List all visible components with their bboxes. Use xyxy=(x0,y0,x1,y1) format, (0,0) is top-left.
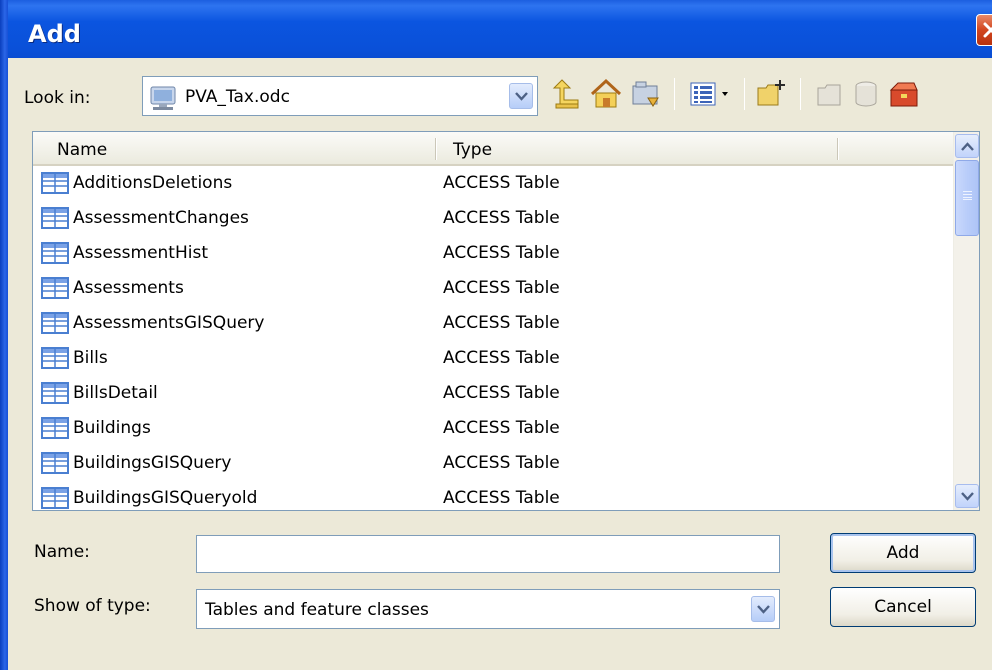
table-icon xyxy=(41,172,69,194)
row-type: ACCESS Table xyxy=(443,208,560,228)
table-row[interactable]: AdditionsDeletions ACCESS Table xyxy=(33,166,953,201)
window-title: Add xyxy=(28,20,81,48)
row-type: ACCESS Table xyxy=(443,173,560,193)
column-type-header[interactable]: Type xyxy=(453,140,492,160)
toolbar-separator xyxy=(744,78,745,110)
row-name: BuildingsGISQuery xyxy=(73,453,232,473)
scroll-thumb[interactable] xyxy=(955,160,979,236)
table-icon xyxy=(41,347,69,369)
look-in-label: Look in: xyxy=(24,88,91,108)
column-divider[interactable] xyxy=(837,138,839,160)
scroll-down-button[interactable] xyxy=(955,484,979,508)
new-folder-icon[interactable] xyxy=(756,78,788,110)
column-divider[interactable] xyxy=(435,138,437,160)
name-label: Name: xyxy=(34,542,90,562)
row-type: ACCESS Table xyxy=(443,383,560,403)
new-table-icon[interactable] xyxy=(850,78,882,110)
toolbar-separator xyxy=(800,78,801,110)
look-in-value: PVA_Tax.odc xyxy=(185,87,290,107)
view-menu-icon[interactable] xyxy=(688,78,732,110)
row-name: Assessments xyxy=(73,278,184,298)
vertical-scrollbar[interactable] xyxy=(953,132,979,510)
row-type: ACCESS Table xyxy=(443,453,560,473)
column-header: Name Type xyxy=(33,132,953,166)
table-row[interactable]: BuildingsGISQuery ACCESS Table xyxy=(33,446,953,481)
row-name: BillsDetail xyxy=(73,383,158,403)
show-of-type-value: Tables and feature classes xyxy=(205,600,429,620)
table-row[interactable]: Buildings ACCESS Table xyxy=(33,411,953,446)
row-type: ACCESS Table xyxy=(443,348,560,368)
row-name: AssessmentHist xyxy=(73,243,209,263)
table-row[interactable]: AssessmentsGISQuery ACCESS Table xyxy=(33,306,953,341)
table-row[interactable]: Assessments ACCESS Table xyxy=(33,271,953,306)
close-icon xyxy=(983,22,992,38)
row-name: AssessmentsGISQuery xyxy=(73,313,265,333)
row-name: AdditionsDeletions xyxy=(73,173,233,193)
table-row[interactable]: AssessmentChanges ACCESS Table xyxy=(33,201,953,236)
scroll-up-button[interactable] xyxy=(955,134,979,158)
table-icon xyxy=(41,242,69,264)
row-name: AssessmentChanges xyxy=(73,208,249,228)
table-icon xyxy=(41,382,69,404)
row-name: Bills xyxy=(73,348,108,368)
table-row[interactable]: BillsDetail ACCESS Table xyxy=(33,376,953,411)
row-type: ACCESS Table xyxy=(443,488,560,508)
connect-folder-icon[interactable] xyxy=(630,78,662,110)
show-of-type-dropdown-button[interactable] xyxy=(751,596,775,622)
look-in-dropdown-button[interactable] xyxy=(509,83,533,109)
toolbox-icon[interactable] xyxy=(888,78,920,110)
file-list[interactable]: Name Type AdditionsDeletions ACCESS Table… xyxy=(32,131,980,511)
row-type: ACCESS Table xyxy=(443,418,560,438)
table-icon xyxy=(41,487,69,509)
show-of-type-label: Show of type: xyxy=(34,596,151,616)
cancel-button[interactable]: Cancel xyxy=(830,587,976,627)
column-name-header[interactable]: Name xyxy=(57,140,107,160)
row-name: BuildingsGISQueryold xyxy=(73,488,258,508)
chevron-up-icon xyxy=(961,142,974,151)
chevron-down-icon xyxy=(961,492,974,501)
dialog-body: Look in: PVA_Tax.odc Name Type Additions… xyxy=(8,58,992,670)
table-icon xyxy=(41,277,69,299)
table-icon xyxy=(41,417,69,439)
table-row[interactable]: BuildingsGISQueryold ACCESS Table xyxy=(33,481,953,510)
database-connection-icon xyxy=(150,86,176,110)
add-button[interactable]: Add xyxy=(830,533,976,573)
chevron-down-icon xyxy=(757,605,770,614)
show-of-type-dropdown[interactable]: Tables and feature classes xyxy=(196,589,780,629)
row-name: Buildings xyxy=(73,418,151,438)
table-row[interactable]: AssessmentHist ACCESS Table xyxy=(33,236,953,271)
close-button[interactable] xyxy=(976,14,992,46)
window-frame xyxy=(0,0,8,670)
table-row[interactable]: Bills ACCESS Table xyxy=(33,341,953,376)
row-type: ACCESS Table xyxy=(443,243,560,263)
home-icon[interactable] xyxy=(590,78,622,110)
new-item-icon[interactable] xyxy=(814,78,846,110)
chevron-down-icon xyxy=(515,92,528,101)
toolbar-separator xyxy=(674,78,675,110)
table-icon xyxy=(41,207,69,229)
name-input[interactable] xyxy=(196,535,780,573)
table-icon xyxy=(41,312,69,334)
table-icon xyxy=(41,452,69,474)
look-in-dropdown[interactable]: PVA_Tax.odc xyxy=(142,76,538,116)
row-type: ACCESS Table xyxy=(443,278,560,298)
up-one-level-icon[interactable] xyxy=(550,78,582,110)
row-type: ACCESS Table xyxy=(443,313,560,333)
